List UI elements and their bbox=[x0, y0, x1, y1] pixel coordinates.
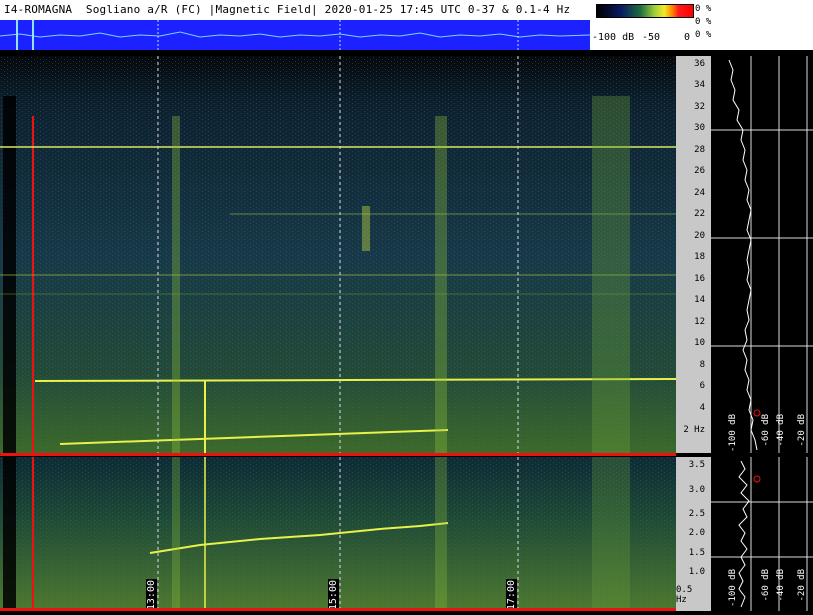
db-label-100-lower: -100 dB bbox=[728, 569, 738, 607]
legend-percent-3: 0 % bbox=[695, 30, 712, 40]
axis-tick: 2.5 bbox=[688, 509, 705, 519]
axis-tick: 30 bbox=[694, 123, 705, 133]
time-series-strip bbox=[0, 20, 590, 50]
db-label-20: -20 dB bbox=[797, 414, 807, 447]
axis-tick: 14 bbox=[694, 295, 705, 305]
axis-tick: 34 bbox=[694, 80, 705, 90]
axis-tick: 24 bbox=[694, 188, 705, 198]
lower-frequency-axis: 3.5 3.0 2.5 2.0 1.5 1.0 0.5 Hz bbox=[676, 457, 711, 611]
upper-spectrogram-svg bbox=[0, 56, 676, 453]
db-label-60-lower: -60 dB bbox=[761, 569, 771, 602]
legend-scale-max: 0 bbox=[684, 32, 691, 43]
upper-spectrum-svg bbox=[711, 56, 813, 453]
axis-tick: 2.0 bbox=[688, 528, 705, 538]
legend-percent-1: 0 % bbox=[695, 4, 712, 14]
axis-tick: 0.5 Hz bbox=[676, 585, 693, 605]
legend-percent-2: 0 % bbox=[695, 17, 712, 27]
legend-scale-min: -100 dB bbox=[592, 32, 635, 43]
db-label-100: -100 dB bbox=[728, 414, 738, 452]
axis-tick: 10 bbox=[694, 338, 705, 348]
axis-tick: 1.5 bbox=[688, 548, 705, 558]
time-label-1700: 17:00 bbox=[506, 579, 517, 611]
axis-tick: 2 Hz bbox=[683, 425, 705, 435]
color-scale-legend: 0 % 0 % 0 % -100 dB -50 0 bbox=[590, 0, 813, 50]
axis-tick: 1.0 bbox=[688, 567, 705, 577]
lower-spectrum-panel: -100 dB -60 dB -40 dB -20 dB bbox=[711, 457, 813, 611]
upper-frequency-axis: 36 34 32 30 28 26 24 22 20 18 16 14 12 1… bbox=[676, 56, 711, 453]
axis-tick: 20 bbox=[694, 231, 705, 241]
axis-tick: 3.0 bbox=[688, 485, 705, 495]
upper-spectrogram bbox=[0, 56, 676, 453]
bottom-divider-red bbox=[0, 608, 676, 611]
axis-tick: 36 bbox=[694, 59, 705, 69]
upper-spectrum-panel: -100 dB -60 dB -40 dB -20 dB bbox=[711, 56, 813, 453]
time-label-1500: 15:00 bbox=[328, 579, 339, 611]
panel-divider-red bbox=[0, 453, 676, 456]
db-label-60: -60 dB bbox=[761, 414, 771, 447]
axis-tick: 28 bbox=[694, 145, 705, 155]
axis-tick: 32 bbox=[694, 102, 705, 112]
chart-title: I4-ROMAGNA Sogliano a/R (FC) |Magnetic F… bbox=[4, 3, 571, 16]
axis-tick: 18 bbox=[694, 252, 705, 262]
axis-tick: 12 bbox=[694, 317, 705, 327]
db-label-40: -40 dB bbox=[776, 414, 786, 447]
time-series-trace bbox=[0, 20, 590, 50]
color-gradient-bar bbox=[596, 4, 694, 18]
db-label-20-lower: -20 dB bbox=[797, 569, 807, 602]
axis-tick: 26 bbox=[694, 166, 705, 176]
time-label-1300: 13:00 bbox=[146, 579, 157, 611]
axis-tick: 8 bbox=[699, 360, 705, 370]
axis-tick: 22 bbox=[694, 209, 705, 219]
axis-tick: 4 bbox=[699, 403, 705, 413]
axis-tick: 3.5 bbox=[688, 460, 705, 470]
legend-scale-mid: -50 bbox=[642, 32, 661, 43]
db-label-40-lower: -40 dB bbox=[776, 569, 786, 602]
axis-tick: 6 bbox=[699, 381, 705, 391]
axis-tick: 16 bbox=[694, 274, 705, 284]
lower-spectrogram: 13:00 15:00 17:00 bbox=[0, 457, 676, 611]
